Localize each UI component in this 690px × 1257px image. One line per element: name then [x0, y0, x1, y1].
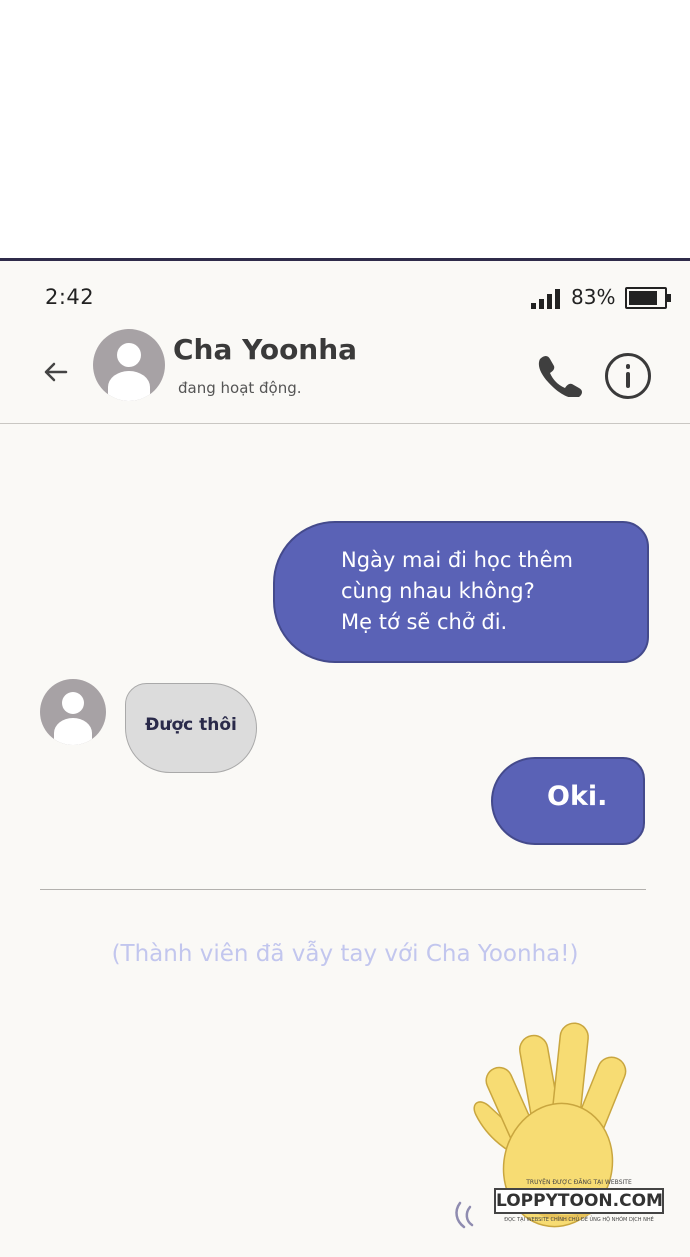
arrow-left-icon[interactable] — [40, 356, 72, 388]
watermark-top: TRUYỆN ĐƯỢC ĐĂNG TẠI WEBSITE — [526, 1179, 632, 1186]
battery-icon — [625, 287, 671, 309]
contact-avatar[interactable] — [93, 329, 165, 401]
outgoing-message[interactable]: Oki. — [491, 757, 645, 845]
site-watermark: TRUYỆN ĐƯỢC ĐĂNG TẠI WEBSITE LOPPYTOON.C… — [492, 1179, 666, 1237]
phone-icon[interactable] — [534, 353, 586, 397]
sender-avatar[interactable] — [40, 679, 106, 745]
contact-status: đang hoạt động. — [178, 379, 302, 397]
incoming-message[interactable]: Được thôi — [125, 683, 257, 773]
watermark-bottom: ĐỌC TẠI WEBSITE CHÍNH CHỦ ĐỂ ỦNG HỘ NHÓM… — [504, 1217, 654, 1223]
info-icon[interactable] — [605, 353, 651, 399]
watermark-logo: LOPPYTOON.COM — [494, 1188, 664, 1214]
battery-fill — [629, 291, 657, 305]
status-time: 2:42 — [45, 285, 95, 309]
signal-icon — [531, 289, 563, 309]
chat-divider — [40, 889, 646, 890]
battery-percent: 83% — [571, 285, 616, 309]
message-text: Oki. — [547, 781, 608, 812]
message-text: Ngày mai đi học thêm cùng nhau không? Mẹ… — [341, 548, 573, 634]
system-message: (Thành viên đã vẫy tay với Cha Yoonha!) — [111, 941, 579, 967]
phone-screen: 2:42 83% Cha Yoonha đang hoạt động. Ngày… — [0, 258, 690, 1257]
contact-name[interactable]: Cha Yoonha — [173, 333, 357, 366]
outgoing-message[interactable]: Ngày mai đi học thêm cùng nhau không? Mẹ… — [273, 521, 649, 663]
message-text: Được thôi — [145, 715, 237, 735]
header-divider — [0, 423, 690, 424]
